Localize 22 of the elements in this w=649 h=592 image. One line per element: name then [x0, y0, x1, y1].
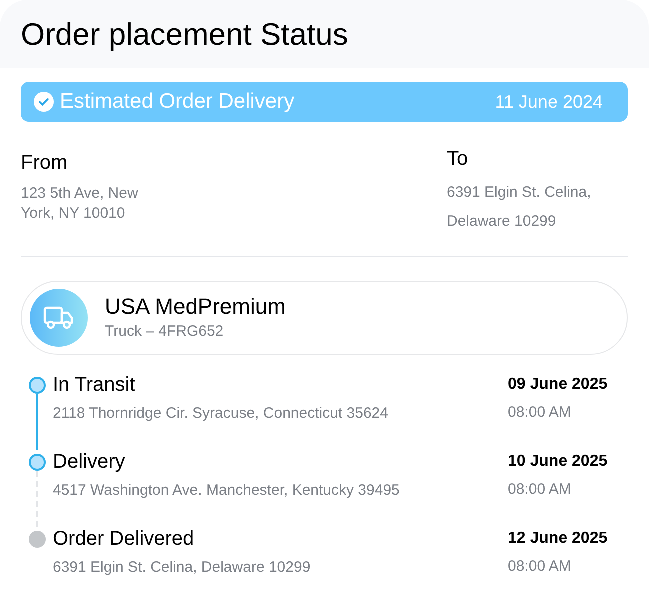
step-date: 10 June 2025	[508, 452, 609, 472]
estimate-date: 11 June 2024	[495, 90, 603, 114]
from-address: 123 5th Ave, New York, NY 10010	[21, 184, 140, 224]
page-title: Order placement Status	[21, 18, 348, 50]
step-date: 09 June 2025	[508, 375, 609, 395]
step-time: 08:00 AM	[508, 403, 572, 423]
from-label: From	[21, 151, 69, 176]
estimate-label: Estimated Order Delivery	[60, 89, 295, 116]
step-date: 12 June 2025	[508, 529, 609, 549]
step-time: 08:00 AM	[508, 557, 572, 577]
step-address: 6391 Elgin St. Celina, Delaware 10299	[53, 558, 312, 578]
step-time: 08:00 AM	[508, 480, 572, 500]
step-title: Order Delivered	[53, 527, 196, 551]
step-title: In Transit	[53, 373, 136, 397]
to-label: To	[447, 147, 470, 172]
to-address: 6391 Elgin St. Celina, Delaware 10299	[447, 183, 592, 232]
carrier-vehicle: Truck – 4FRG652	[105, 322, 225, 342]
step-title: Delivery	[53, 450, 126, 474]
step-address: 4517 Washington Ave. Manchester, Kentucky 39495	[53, 481, 401, 501]
carrier-name: USA MedPremium	[105, 293, 286, 321]
truck-icon	[30, 289, 88, 347]
step-address: 2118 Thornridge Cir. Syracuse, Connecticut 35624	[53, 404, 390, 424]
